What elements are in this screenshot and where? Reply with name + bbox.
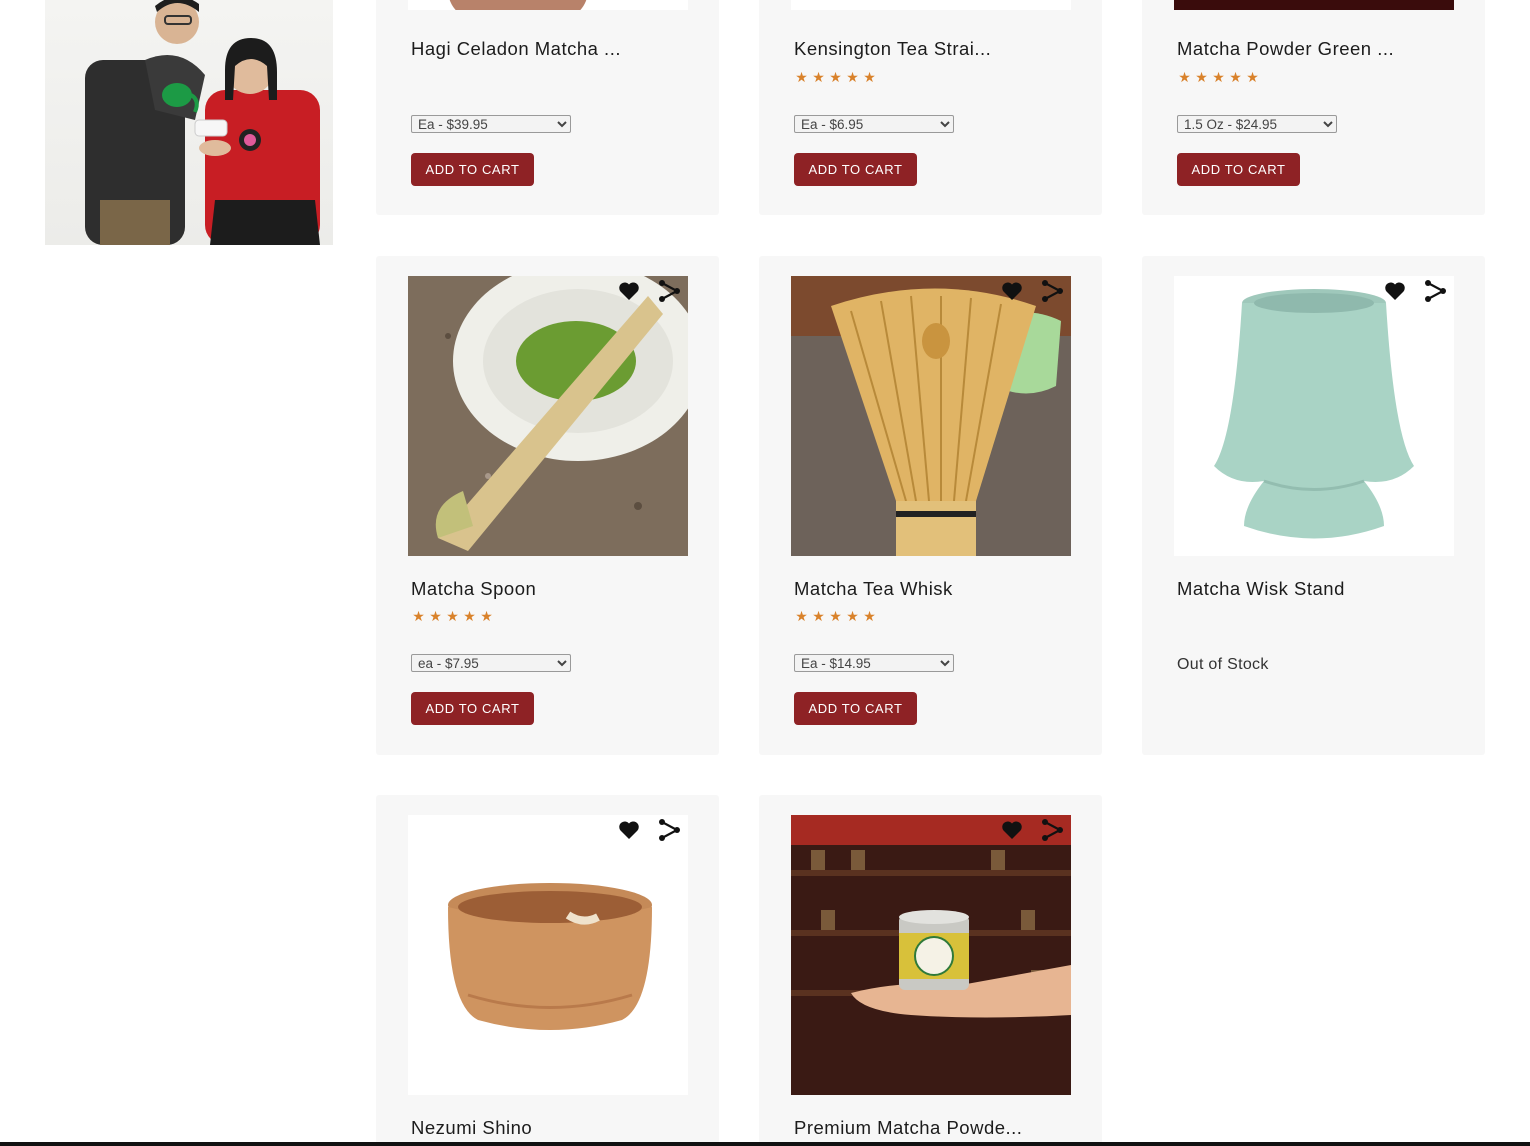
add-to-cart-button[interactable]: ADD TO CART <box>411 153 534 186</box>
star-icon: ★ <box>846 69 859 85</box>
product-option-select[interactable]: Ea - $39.95 <box>411 115 571 133</box>
product-title[interactable]: Hagi Celadon Matcha ... <box>411 38 621 60</box>
share-icon[interactable] <box>657 279 681 303</box>
product-card: Kensington Tea Strai... ★ ★ ★ ★ ★ Ea - $… <box>759 0 1102 215</box>
product-title[interactable]: Premium Matcha Powde... <box>794 1117 1022 1139</box>
add-to-cart-button[interactable]: ADD TO CART <box>1177 153 1300 186</box>
star-icon: ★ <box>1229 69 1242 85</box>
share-icon[interactable] <box>1423 279 1447 303</box>
product-card: Matcha Tea Whisk ★ ★ ★ ★ ★ Ea - $14.95 A… <box>759 256 1102 755</box>
share-icon[interactable] <box>1040 818 1064 842</box>
heart-icon[interactable] <box>1000 279 1024 303</box>
star-icon: ★ <box>429 608 442 624</box>
rating-stars: ★ ★ ★ ★ ★ <box>794 70 877 85</box>
star-icon: ★ <box>1246 69 1259 85</box>
star-icon: ★ <box>846 608 859 624</box>
add-to-cart-button[interactable]: ADD TO CART <box>794 153 917 186</box>
star-icon: ★ <box>812 608 825 624</box>
product-image[interactable] <box>1174 276 1454 556</box>
heart-icon[interactable] <box>1383 279 1407 303</box>
product-title[interactable]: Kensington Tea Strai... <box>794 38 991 60</box>
star-icon: ★ <box>1178 69 1191 85</box>
product-image[interactable] <box>1174 0 1454 10</box>
star-icon: ★ <box>412 608 425 624</box>
star-icon: ★ <box>1195 69 1208 85</box>
rating-stars: ★ ★ ★ ★ ★ <box>411 609 494 624</box>
product-option-select[interactable]: 1.5 Oz - $24.95 <box>1177 115 1337 133</box>
sidebar-promo-image <box>45 0 333 245</box>
product-image[interactable] <box>791 276 1071 556</box>
product-option-select[interactable]: Ea - $6.95 <box>794 115 954 133</box>
rating-stars: ★ ★ ★ ★ ★ <box>794 609 877 624</box>
heart-icon[interactable] <box>1000 818 1024 842</box>
add-to-cart-button[interactable]: ADD TO CART <box>794 692 917 725</box>
product-image[interactable] <box>408 0 688 10</box>
star-icon: ★ <box>795 608 808 624</box>
product-image[interactable] <box>408 276 688 556</box>
heart-icon[interactable] <box>617 279 641 303</box>
star-icon: ★ <box>446 608 459 624</box>
star-icon: ★ <box>463 608 476 624</box>
star-icon: ★ <box>863 608 876 624</box>
product-title[interactable]: Matcha Wisk Stand <box>1177 578 1345 600</box>
star-icon: ★ <box>863 69 876 85</box>
page-bottom-border <box>0 1142 1530 1146</box>
star-icon: ★ <box>1212 69 1225 85</box>
product-card: Matcha Wisk Stand Out of Stock <box>1142 256 1485 755</box>
star-icon: ★ <box>829 69 842 85</box>
rating-stars: ★ ★ ★ ★ ★ <box>1177 70 1260 85</box>
product-card: Hagi Celadon Matcha ... Ea - $39.95 ADD … <box>376 0 719 215</box>
product-card: Matcha Spoon ★ ★ ★ ★ ★ ea - $7.95 ADD TO… <box>376 256 719 755</box>
star-icon: ★ <box>795 69 808 85</box>
share-icon[interactable] <box>1040 279 1064 303</box>
product-image[interactable] <box>791 0 1071 10</box>
product-title[interactable]: Matcha Spoon <box>411 578 536 600</box>
share-icon[interactable] <box>657 818 681 842</box>
product-image[interactable] <box>408 815 688 1095</box>
stock-status: Out of Stock <box>1177 656 1269 673</box>
product-option-select[interactable]: ea - $7.95 <box>411 654 571 672</box>
star-icon: ★ <box>829 608 842 624</box>
star-icon: ★ <box>812 69 825 85</box>
product-card: Matcha Powder Green ... ★ ★ ★ ★ ★ 1.5 Oz… <box>1142 0 1485 215</box>
product-card: Nezumi Shino <box>376 795 719 1146</box>
product-title[interactable]: Matcha Tea Whisk <box>794 578 953 600</box>
product-card: Premium Matcha Powde... <box>759 795 1102 1146</box>
product-title[interactable]: Nezumi Shino <box>411 1117 532 1139</box>
add-to-cart-button[interactable]: ADD TO CART <box>411 692 534 725</box>
heart-icon[interactable] <box>617 818 641 842</box>
product-image[interactable] <box>791 815 1071 1095</box>
star-icon: ★ <box>480 608 493 624</box>
product-option-select[interactable]: Ea - $14.95 <box>794 654 954 672</box>
product-title[interactable]: Matcha Powder Green ... <box>1177 38 1394 60</box>
